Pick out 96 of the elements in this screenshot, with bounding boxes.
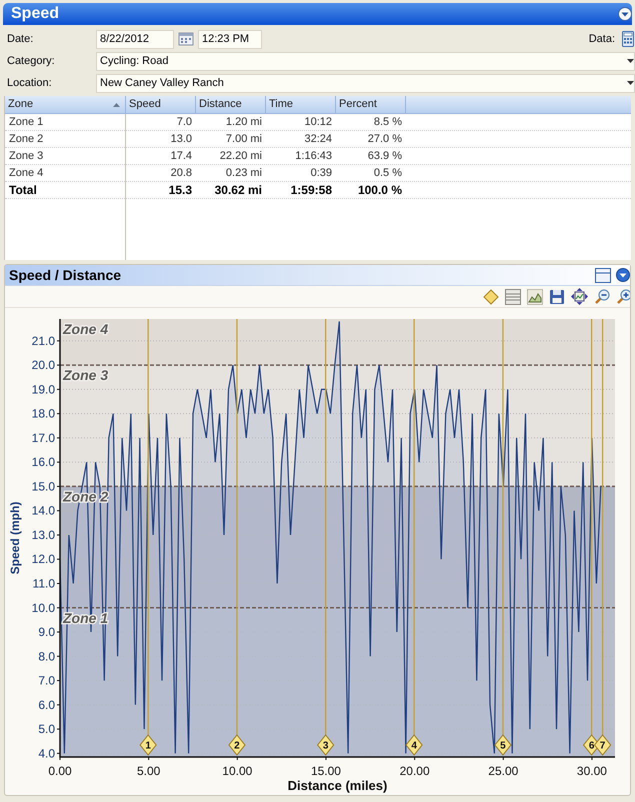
caret-icon (627, 59, 634, 63)
tick-label: 18.0 (32, 406, 55, 421)
calculator-icon[interactable] (622, 31, 634, 47)
lap-marker-icon[interactable] (594, 734, 612, 756)
tick-label: 14.0 (32, 504, 55, 518)
tick-label: 19.0 (32, 382, 55, 396)
table-cell-text: 1:59:58 (290, 182, 333, 198)
panel-title: Speed / Distance (9, 266, 122, 285)
move-icon[interactable] (571, 288, 588, 305)
column-header[interactable]: Zone (5, 96, 126, 113)
collapse-icon[interactable] (618, 7, 632, 21)
collapse-icon[interactable] (616, 268, 630, 282)
location-dropdown[interactable]: New Caney Valley Ranch (96, 74, 635, 92)
table-cell-text: 0:39 (310, 166, 333, 181)
tick-label: 20.0 (32, 358, 55, 372)
axis-title: Distance (miles) (288, 778, 388, 793)
lap-number: 7 (600, 740, 606, 752)
lap-marker-icon[interactable] (316, 734, 334, 756)
tick-label: 10.0 (32, 600, 55, 615)
table-cell-text: 15.3 (168, 182, 193, 198)
table-cell-text: 0.5 % (372, 166, 403, 181)
tick-label: 10.00 (222, 764, 252, 778)
lap-marker-icon[interactable] (494, 734, 512, 756)
field-label: Data: (588, 32, 615, 47)
chart-icon[interactable] (527, 288, 543, 304)
table-cell-text: 27.0 % (366, 132, 403, 147)
field-label: Date: (6, 32, 34, 47)
time-field[interactable]: 12:23 PM (198, 30, 262, 48)
table-cell-text: 13.0 (170, 132, 193, 147)
tick-label: 15.0 (32, 479, 55, 494)
tick-label: 6.0 (38, 698, 55, 712)
table-cell-text: 7.0 (176, 114, 193, 130)
tick-label: 17.0 (32, 430, 55, 445)
table-cell-text: Zone 4 (8, 166, 44, 181)
lap-number: 3 (322, 740, 328, 752)
table-cell-text: Zone 2 (8, 132, 44, 147)
tick-label: 12.0 (32, 552, 55, 566)
caret-icon (627, 81, 634, 85)
tick-label: 15.00 (310, 764, 341, 778)
lap-marker-icon[interactable] (139, 734, 157, 756)
table-cell-text: 22.20 mi (218, 148, 263, 164)
table-cell-text: 17.4 (170, 148, 193, 164)
zoom-in-icon[interactable] (616, 288, 630, 304)
table-cell-text: 32:24 (303, 132, 333, 147)
column-header[interactable]: Distance (196, 96, 266, 113)
lap-number: 6 (588, 740, 594, 752)
table-cell-text: 63.9 % (366, 148, 403, 164)
lap-marker-icon[interactable] (405, 734, 423, 756)
table-cell-text: 1.20 mi (224, 114, 263, 130)
layout-icon[interactable] (595, 268, 611, 282)
table-cell-text: Zone 1 (8, 114, 44, 130)
table-cell-text: 10:12 (303, 114, 333, 130)
date-field[interactable]: 8/22/2012 (96, 30, 174, 48)
tick-label: 9.0 (38, 625, 55, 640)
table-cell-text: 20.8 (170, 166, 193, 181)
table-cell-text: 100.0 % (356, 182, 403, 198)
tick-label: 7.0 (38, 674, 55, 688)
tick-label: 21.0 (32, 334, 55, 348)
column-header[interactable]: Time (266, 96, 336, 113)
lap-number: 4 (411, 740, 417, 752)
zone-label: Zone 3 (63, 367, 108, 384)
zone-label: Zone 4 (63, 321, 108, 337)
tick-label: 30.00 (576, 764, 607, 778)
field-label: Category: (6, 54, 56, 69)
calendar-icon[interactable] (178, 32, 194, 46)
field-label: Location: (6, 76, 53, 91)
save-icon[interactable] (549, 288, 565, 304)
table-cell-text: 30.62 mi (214, 182, 263, 198)
tick-label: 5.0 (38, 722, 55, 736)
window-title: Speed (11, 4, 60, 24)
table-cell-text: 7.00 mi (224, 132, 263, 147)
tick-label: 5.00 (136, 764, 160, 778)
diamond-icon[interactable] (483, 288, 499, 304)
lap-number: 1 (145, 740, 151, 752)
tick-label: 0.00 (48, 764, 72, 778)
table-cell-text: 1:16:43 (294, 148, 333, 164)
axis-title: Speed (mph) (8, 502, 22, 574)
tick-label: 20.00 (400, 764, 430, 778)
lap-marker-icon[interactable] (228, 734, 246, 756)
tick-label: 25.00 (488, 764, 518, 778)
lap-number: 2 (234, 740, 240, 752)
table-cell-text: 8.5 % (372, 114, 403, 130)
column-header[interactable]: Percent (336, 96, 406, 113)
lap-number: 5 (500, 740, 506, 752)
tick-label: 16.0 (32, 455, 55, 470)
lines-icon[interactable] (505, 288, 521, 304)
table-cell-text: Total (8, 182, 38, 198)
zoom-out-icon[interactable] (594, 288, 610, 304)
tick-label: 13.0 (32, 528, 55, 542)
tick-label: 4.0 (38, 746, 55, 760)
tick-label: 11.0 (32, 576, 55, 590)
table-cell-text: Zone 3 (8, 148, 44, 164)
tick-label: 8.0 (38, 649, 55, 664)
category-dropdown[interactable]: Cycling: Road (96, 52, 635, 70)
table-cell-text: 0.23 mi (224, 166, 263, 181)
column-header[interactable]: Speed (126, 96, 196, 113)
